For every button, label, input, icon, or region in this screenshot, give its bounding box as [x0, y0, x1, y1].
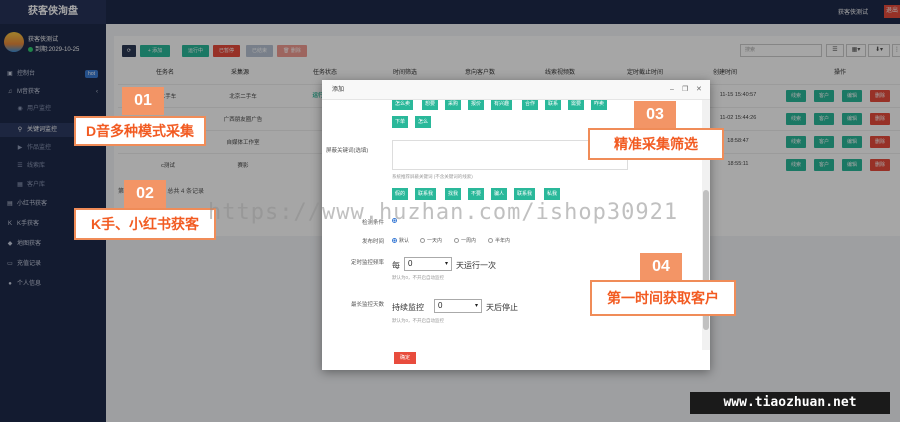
exclude-tag[interactable]: 找我 [445, 188, 462, 200]
radio-label: 半年内 [495, 238, 511, 244]
callout-number-3: 03 [634, 101, 676, 129]
confirm-button[interactable]: 确定 [394, 352, 416, 364]
radio-icon [488, 238, 493, 244]
radio-icon [454, 238, 459, 244]
monitor-suffix: 天运行一次 [456, 261, 496, 270]
keyword-tag[interactable]: 合作 [522, 100, 539, 110]
monitor-hint: 默认为0，不开启自动监控 [392, 275, 445, 280]
keyword-tag[interactable]: 想要 [422, 100, 439, 110]
exclude-tag[interactable]: 私我 [544, 188, 561, 200]
callout-3: 精准采集筛选 [588, 128, 724, 160]
keyword-tag[interactable]: 需要 [568, 100, 585, 110]
time-option-day[interactable]: 一天内 [420, 237, 442, 244]
time-option-default[interactable]: 默认 [392, 237, 409, 244]
recommend-label-text: 系统推荐屏蔽关键词 [392, 174, 433, 179]
exclude-tag[interactable]: 不要 [468, 188, 485, 200]
time-option-halfyear[interactable]: 半年内 [488, 237, 510, 244]
monitor-prefix: 每 [392, 261, 400, 270]
callout-1: D音多种模式采集 [74, 116, 206, 146]
callout-4: 第一时间获取客户 [590, 280, 736, 316]
keyword-tag[interactable]: 报价 [468, 100, 485, 110]
deadline-select[interactable]: 0 ▾ [434, 299, 482, 313]
recommend-label: 系统推荐屏蔽关键词 (不含关键词的线索) [392, 174, 473, 180]
site-watermark: www.tiaozhuan.net [690, 392, 890, 414]
url-watermark: https://www.huzhan.com/ishop30921 [208, 200, 679, 225]
exclude-keywords-label: 屏蔽关键词(选填) [326, 148, 369, 154]
radio-icon [392, 238, 397, 244]
select-value: 0 [408, 259, 413, 268]
deadline-prefix: 持续监控 [392, 303, 424, 312]
keyword-tag[interactable]: 采购 [445, 100, 462, 110]
radio-label: 默认 [399, 238, 410, 244]
monitor-frequency-label: 定时监控频率 [350, 260, 384, 266]
chevron-down-icon: ▾ [474, 303, 478, 309]
keyword-tag[interactable]: 咋卖 [591, 100, 608, 110]
time-option-week[interactable]: 一周内 [454, 237, 476, 244]
radio-label: 一周内 [461, 238, 477, 244]
maximize-icon[interactable]: ❐ [682, 80, 688, 100]
keyword-tag[interactable]: 怎么 [415, 116, 432, 128]
exclude-hint: (不含关键词的线索) [433, 174, 473, 179]
minimize-icon[interactable]: – [670, 80, 674, 100]
exclude-tag[interactable]: 骗人 [491, 188, 508, 200]
select-value: 0 [438, 301, 443, 310]
radio-label: 一天内 [427, 238, 443, 244]
keyword-tag[interactable]: 联系 [545, 100, 562, 110]
callout-number-1: 01 [122, 87, 164, 115]
deadline-hint: 默认为0，不开启自动监控 [392, 318, 445, 323]
exclude-tag[interactable]: 联系我 [514, 188, 536, 200]
keyword-tag[interactable]: 有兴趣 [491, 100, 513, 110]
chevron-down-icon: ▾ [444, 261, 448, 267]
deadline-label: 最长监控天数 [350, 302, 384, 308]
deadline-suffix: 天后停止 [486, 303, 518, 312]
callout-2: K手、小红书获客 [74, 208, 216, 240]
monitor-frequency-select[interactable]: 0 ▾ [404, 257, 452, 271]
radio-icon [420, 238, 425, 244]
exclude-tag[interactable]: 假的 [392, 188, 409, 200]
callout-number-2: 02 [124, 180, 166, 208]
keyword-tag[interactable]: 怎么卖 [392, 100, 414, 110]
exclude-tag[interactable]: 联系我 [415, 188, 437, 200]
keyword-tag[interactable]: 下单 [392, 116, 409, 128]
modal-title: 添加 [332, 87, 345, 93]
callout-number-4: 04 [640, 253, 682, 281]
publish-time-label: 发布时间 [361, 239, 384, 245]
close-icon[interactable]: ✕ [696, 80, 702, 100]
modal-header: 添加 – ❐ ✕ [322, 80, 710, 100]
